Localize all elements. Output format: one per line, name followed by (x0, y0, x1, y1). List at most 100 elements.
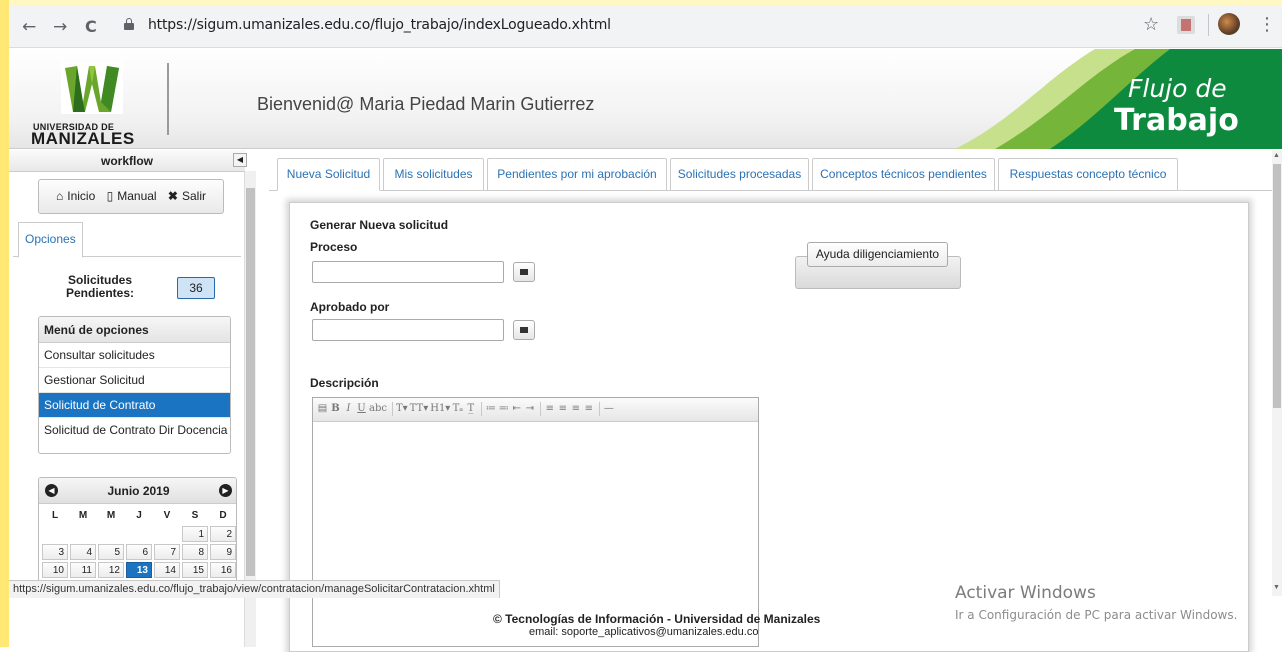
calendar-day[interactable]: 5 (98, 544, 124, 560)
calendar-day[interactable]: 9 (210, 544, 236, 560)
description-editor[interactable]: ▤ B I Uabc T▾ TT▾ H1▾ Tₐ T̲ ≔ ≕ ⇤ ⇥ ≡ ≡ ≡ ≡ — (312, 397, 759, 647)
paste-icon[interactable]: ▤ (317, 398, 328, 420)
bold-icon[interactable]: B (330, 398, 341, 420)
menu-item-consultar[interactable]: Consultar solicitudes (39, 343, 230, 368)
align-left-icon[interactable]: ≡ (544, 398, 555, 420)
window-edge (0, 0, 9, 647)
font-size-icon[interactable]: T▾ (396, 398, 408, 420)
pending-label: Solicitudes Pendientes: (65, 273, 134, 300)
calendar-empty-cell (41, 526, 69, 542)
calendar-week-row: 12 (41, 526, 236, 544)
highlight-icon[interactable]: T̲ (465, 398, 476, 420)
close-icon[interactable]: ✖ (168, 189, 178, 203)
heading-icon[interactable]: H1▾ (430, 398, 450, 420)
toolbar-separator (540, 401, 542, 416)
manual-icon[interactable]: ▯ (107, 189, 114, 203)
prev-month-icon[interactable]: ◀ (45, 484, 58, 497)
align-right-icon[interactable]: ≡ (570, 398, 581, 420)
collapse-sidebar-button[interactable]: ◀ (233, 153, 247, 167)
calendar-header: Junio 2019 ◀ ▶ (39, 478, 236, 504)
proceso-input[interactable] (312, 261, 504, 283)
descripcion-label: Descripción (310, 376, 379, 390)
aprobado-picker-button[interactable] (513, 320, 535, 340)
lock-icon[interactable] (124, 18, 134, 30)
calendar-day[interactable]: 15 (182, 562, 208, 578)
underline-icon[interactable]: U (356, 398, 367, 420)
profile-avatar[interactable] (1218, 13, 1240, 35)
tab-solicitudes-procesadas[interactable]: Solicitudes procesadas (670, 158, 809, 191)
aprobado-input[interactable] (312, 319, 504, 341)
proceso-picker-button[interactable] (513, 262, 535, 282)
calendar-weekday: L (51, 510, 59, 521)
menu-item-contrato-docencia[interactable]: Solicitud de Contrato Dir Docencia (39, 418, 230, 443)
font-family-icon[interactable]: TT▾ (410, 398, 429, 420)
calendar-weekday: J (136, 510, 142, 521)
next-month-icon[interactable]: ▶ (219, 484, 232, 497)
indent-icon[interactable]: ⇥ (524, 398, 535, 420)
reload-icon[interactable]: C (85, 17, 97, 36)
calendar-day[interactable]: 7 (154, 544, 180, 560)
strikethrough-icon[interactable]: abc (369, 398, 387, 420)
help-button[interactable]: Ayuda diligenciamiento (807, 242, 948, 267)
calendar-day[interactable]: 4 (70, 544, 96, 560)
italic-icon[interactable]: I (343, 398, 354, 420)
proceso-label: Proceso (310, 240, 358, 254)
calendar-day[interactable]: 1 (182, 526, 208, 542)
sidebar-scrollbar[interactable] (245, 171, 256, 647)
main-scrollbar[interactable]: ▲ ▼ (1272, 150, 1282, 596)
calendar-day[interactable]: 6 (126, 544, 152, 560)
toolbar-divider (1208, 14, 1209, 36)
tab-nueva-solicitud[interactable]: Nueva Solicitud (277, 158, 380, 191)
text-color-icon[interactable]: Tₐ (452, 398, 464, 420)
pending-count-badge: 36 (177, 277, 215, 299)
calendar-today[interactable]: 13 (126, 562, 152, 578)
numbered-list-icon[interactable]: ≕ (498, 398, 509, 420)
editor-toolbar: ▤ B I Uabc T▾ TT▾ H1▾ Tₐ T̲ ≔ ≕ ⇤ ⇥ ≡ ≡ ≡ ≡ — (313, 398, 758, 422)
align-center-icon[interactable]: ≡ (557, 398, 568, 420)
tab-mis-solicitudes[interactable]: Mis solicitudes (383, 158, 484, 191)
calendar-day[interactable]: 16 (210, 562, 236, 578)
calendar-week-row: 10 11 12 13 14 15 16 (41, 562, 236, 580)
tab-opciones[interactable]: Opciones (18, 222, 83, 258)
pdf-extension-icon[interactable] (1177, 16, 1195, 34)
toolbar-separator (391, 401, 393, 416)
menu-title: Menú de opciones (39, 317, 230, 343)
calendar-day[interactable]: 8 (182, 544, 208, 560)
main-tabbar: Nueva Solicitud Mis solicitudes Pendient… (269, 156, 1272, 191)
manual-button[interactable]: Manual (117, 189, 156, 203)
calendar-day[interactable]: 10 (42, 562, 68, 578)
app-header: UNIVERSIDAD DE MANIZALES Bienvenid@ Mari… (9, 49, 1282, 149)
banner-title-line2: Trabajo (1114, 103, 1239, 138)
browser-menu-icon[interactable]: ⋮ (1258, 14, 1276, 35)
salir-button[interactable]: Salir (182, 189, 206, 203)
menu-item-contrato[interactable]: Solicitud de Contrato (39, 393, 230, 418)
home-icon[interactable]: ⌂ (56, 189, 63, 203)
calendar-empty-cell (153, 526, 181, 542)
calendar-weekday: S (191, 510, 199, 521)
calendar-day[interactable]: 11 (70, 562, 96, 578)
outdent-icon[interactable]: ⇤ (511, 398, 522, 420)
tab-pendientes-aprobacion[interactable]: Pendientes por mi aprobación (487, 158, 667, 191)
tab-respuestas-concepto[interactable]: Respuestas concepto técnico (998, 158, 1178, 191)
calendar-day[interactable]: 12 (98, 562, 124, 578)
horizontal-rule-icon[interactable]: — (603, 398, 614, 420)
menu-item-gestionar[interactable]: Gestionar Solicitud (39, 368, 230, 393)
calendar-day[interactable]: 14 (154, 562, 180, 578)
forward-icon[interactable]: → (53, 17, 67, 37)
inicio-button[interactable]: Inicio (67, 189, 95, 203)
calendar-day[interactable]: 2 (210, 526, 236, 542)
university-logo-icon (61, 62, 123, 114)
sidebar-toolbar: ⌂ Inicio ▯ Manual ✖ Salir (38, 179, 224, 214)
address-bar[interactable]: https://sigum.umanizales.edu.co/flujo_tr… (148, 17, 611, 33)
footer-copyright: © Tecnologías de Información - Universid… (493, 612, 821, 626)
justify-icon[interactable]: ≡ (583, 398, 594, 420)
bullet-list-icon[interactable]: ≔ (485, 398, 496, 420)
bookmark-star-icon[interactable]: ☆ (1143, 14, 1159, 35)
calendar-empty-cell (97, 526, 125, 542)
back-icon[interactable]: ← (22, 17, 36, 37)
tab-conceptos-pendientes[interactable]: Conceptos técnicos pendientes (812, 158, 995, 191)
banner-title-line1: Flujo de (1128, 74, 1227, 103)
calendar-day[interactable]: 3 (42, 544, 68, 560)
sidebar-title: workflow (9, 150, 245, 172)
calendar-weekday-row: LMMJVSD (41, 508, 236, 526)
